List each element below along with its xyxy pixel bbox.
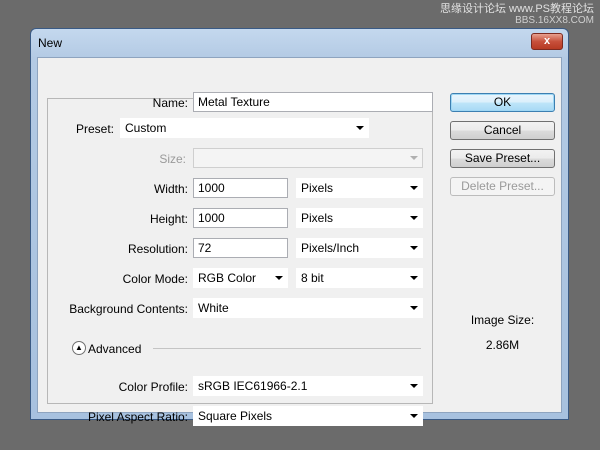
- chevron-down-icon: [410, 186, 418, 190]
- size-dropdown: [193, 148, 423, 168]
- save-preset-button[interactable]: Save Preset...: [450, 149, 555, 168]
- name-value: Metal Texture: [198, 95, 270, 109]
- new-document-dialog: New x Name: Metal Texture Preset: Custom…: [30, 28, 569, 426]
- resolution-field[interactable]: 72: [193, 238, 288, 258]
- chevron-down-icon: [410, 306, 418, 310]
- chevron-down-icon: [410, 246, 418, 250]
- ok-button[interactable]: OK: [450, 93, 555, 112]
- chevron-down-icon: [410, 414, 418, 418]
- watermark-line-1: 思缘设计论坛 www.PS教程论坛: [439, 3, 594, 15]
- bit-depth-dropdown[interactable]: 8 bit: [296, 268, 423, 288]
- color-profile-dropdown[interactable]: sRGB IEC61966-2.1: [193, 376, 423, 396]
- color-profile-value: sRGB IEC61966-2.1: [198, 379, 308, 393]
- bit-depth-value: 8 bit: [301, 271, 324, 285]
- height-field[interactable]: 1000: [193, 208, 288, 228]
- resolution-label: Resolution:: [127, 242, 188, 256]
- resolution-value: 72: [198, 241, 212, 255]
- width-unit-value: Pixels: [301, 181, 334, 195]
- close-icon: x: [543, 35, 551, 47]
- height-unit-value: Pixels: [301, 211, 334, 225]
- image-size-value: 2.86M: [485, 338, 520, 352]
- color-mode-value: RGB Color: [198, 271, 257, 285]
- chevron-down-icon: [356, 126, 364, 130]
- collapse-chevrons-icon[interactable]: ▲: [72, 341, 86, 355]
- window-title: New: [38, 36, 63, 50]
- height-label: Height:: [149, 212, 188, 226]
- chevron-down-icon: [410, 276, 418, 280]
- pixel-aspect-ratio-label: Pixel Aspect Ratio:: [87, 410, 188, 424]
- chevron-down-icon: [275, 276, 283, 280]
- width-value: 1000: [198, 181, 225, 195]
- resolution-unit-dropdown[interactable]: Pixels/Inch: [296, 238, 423, 258]
- resolution-unit-value: Pixels/Inch: [301, 241, 360, 255]
- width-unit-dropdown[interactable]: Pixels: [296, 178, 423, 198]
- watermark: 思缘设计论坛 www.PS教程论坛 BBS.16XX8.COM: [440, 3, 594, 27]
- color-mode-dropdown[interactable]: RGB Color: [193, 268, 288, 288]
- advanced-divider: [153, 348, 421, 349]
- preset-label: Preset:: [68, 122, 118, 136]
- background-contents-label: Background Contents:: [69, 302, 188, 316]
- chevron-down-icon: [410, 156, 418, 160]
- color-mode-label: Color Mode:: [122, 272, 188, 286]
- name-field[interactable]: Metal Texture: [193, 92, 433, 112]
- background-contents-value: White: [198, 301, 229, 315]
- advanced-label: Advanced: [88, 342, 142, 356]
- color-profile-label: Color Profile:: [118, 380, 188, 394]
- width-label: Width:: [153, 182, 188, 196]
- delete-preset-button: Delete Preset...: [450, 177, 555, 196]
- pixel-aspect-ratio-value: Square Pixels: [198, 409, 273, 423]
- background-contents-dropdown[interactable]: White: [193, 298, 423, 318]
- pixel-aspect-ratio-dropdown[interactable]: Square Pixels: [193, 406, 423, 426]
- preset-dropdown[interactable]: Custom: [120, 118, 369, 138]
- height-value: 1000: [198, 211, 225, 225]
- height-unit-dropdown[interactable]: Pixels: [296, 208, 423, 228]
- chevron-down-icon: [410, 384, 418, 388]
- watermark-line-2: BBS.16XX8.COM: [515, 15, 594, 26]
- cancel-button[interactable]: Cancel: [450, 121, 555, 140]
- size-label: Size:: [159, 152, 186, 166]
- name-label: Name:: [152, 96, 188, 110]
- close-button[interactable]: x: [531, 33, 563, 50]
- preset-value: Custom: [125, 121, 167, 135]
- dialog-body: Name: Metal Texture Preset: Custom Size:…: [37, 57, 562, 426]
- width-field[interactable]: 1000: [193, 178, 288, 198]
- chevron-down-icon: [410, 216, 418, 220]
- title-bar[interactable]: New x: [31, 29, 568, 57]
- image-size-label: Image Size:: [470, 313, 535, 327]
